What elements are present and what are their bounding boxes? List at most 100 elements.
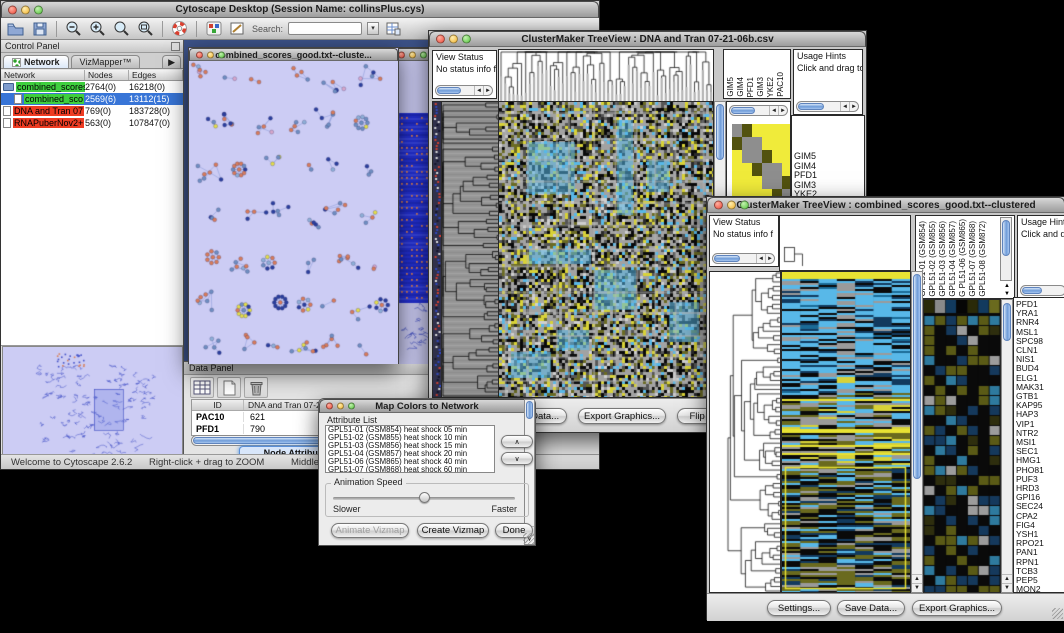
attribute-table-icon[interactable] [384,20,403,38]
open-icon[interactable] [6,20,25,38]
matrix-hscrollbar[interactable]: ◄► [729,105,788,116]
similarity-cell[interactable] [782,124,791,137]
network-list-row[interactable]: DNA and Tran 07 769(0) 183728(0) [1,105,183,117]
matrix-column-label[interactable]: GIM4 [736,77,745,97]
new-attribute-icon[interactable] [217,377,241,398]
vizmapper-icon[interactable] [204,20,223,38]
delete-attribute-trash-icon[interactable] [244,377,268,398]
similarity-cell[interactable] [762,150,772,163]
zoom-button[interactable] [218,51,225,58]
similarity-cell[interactable] [732,176,742,189]
similarity-cell[interactable] [752,163,762,176]
column-id[interactable]: ID [192,400,244,410]
similarity-cell[interactable] [762,137,772,150]
zoom-fit-icon[interactable] [136,20,155,38]
scrollbar-thumb[interactable] [1022,287,1042,294]
scrollbar-thumb[interactable] [714,255,740,262]
tab-vizmapper[interactable]: VizMapper™ [71,55,141,68]
experiment-column-label[interactable]: G PL51-06 (GSM865) [958,219,967,297]
zoom-out-icon[interactable] [64,20,83,38]
tab-network[interactable]: Network [3,55,69,68]
scrollbar-thumb[interactable] [437,87,461,94]
animation-speed-slider-thumb[interactable] [419,492,430,503]
close-button[interactable] [714,201,723,210]
heatmap-panel[interactable] [781,271,911,593]
similarity-cell[interactable] [772,163,782,176]
usage-hints-scrollbar[interactable] [1020,285,1064,296]
minimize-button[interactable] [21,5,30,14]
similarity-cell[interactable] [782,137,791,150]
settings-button[interactable]: Settings... [767,600,831,616]
save-icon[interactable] [30,20,49,38]
gene-label[interactable]: MON2 [1014,585,1064,593]
similarity-cell[interactable] [772,176,782,189]
scrollbar-thumb[interactable] [731,107,755,114]
select-attributes-icon[interactable] [190,377,214,398]
similarity-cell[interactable] [762,163,772,176]
similarity-cell[interactable] [732,137,742,150]
similarity-cell[interactable] [752,150,762,163]
attribute-list-item[interactable]: GPL51-07 (GSM868) heat shock 60 min [326,466,494,473]
zoom-button[interactable] [348,403,355,410]
close-button[interactable] [196,51,203,58]
row-dendrogram-panel[interactable] [709,271,781,593]
minimize-button[interactable] [337,403,344,410]
usage-hints-scrollbar[interactable]: ◄► [796,101,859,112]
similarity-cell[interactable] [732,150,742,163]
network-overview-canvas[interactable] [3,347,182,460]
column-dendrogram-panel[interactable] [779,215,911,271]
scroll-up-icon[interactable]: ▲ [912,574,922,583]
column-dendrogram-canvas[interactable] [499,50,713,102]
resize-grip[interactable] [1052,608,1063,619]
similarity-cell[interactable] [752,137,762,150]
scroll-down-icon[interactable]: ▼ [912,583,922,592]
scroll-left-icon[interactable]: ◄ [840,102,849,111]
zoom-button[interactable] [740,201,749,210]
scroll-right-icon[interactable]: ► [778,106,787,115]
matrix-column-label[interactable]: GIM3 [756,77,765,97]
zoom-selected-icon[interactable] [112,20,131,38]
matrix-column-label[interactable]: YKE2 [766,77,775,97]
similarity-cell[interactable] [752,124,762,137]
summary-grid-canvas[interactable] [924,300,1000,592]
export-graphics-button[interactable]: Export Graphics... [912,600,1002,616]
similarity-cell[interactable] [772,124,782,137]
column-dendrogram-panel[interactable] [498,49,714,103]
dialog-titlebar[interactable]: Map Colors to Network [319,399,535,413]
animate-vizmap-button[interactable]: Animate Vizmap [331,523,409,538]
grid-vscrollbar[interactable]: ▲ ▼ [1001,299,1013,593]
experiment-column-label[interactable]: GPL51-07 (GSM868) [968,221,977,297]
scroll-left-icon[interactable]: ◄ [769,106,778,115]
move-down-button[interactable]: ∨ [501,452,533,465]
move-up-button[interactable]: ∧ [501,435,533,448]
scrollbar-thumb[interactable] [716,104,724,160]
scroll-down-icon[interactable]: ▼ [1004,291,1010,297]
similarity-cell[interactable] [742,163,752,176]
similarity-cell[interactable] [772,150,782,163]
search-dropdown-icon[interactable]: ▾ [367,22,379,35]
scroll-up-icon[interactable]: ▲ [1004,283,1010,289]
close-button[interactable] [436,35,445,44]
treeview1-titlebar[interactable]: ClusterMaker TreeView : DNA and Tran 07-… [429,31,866,47]
scroll-left-icon[interactable]: ◄ [756,254,765,263]
create-vizmap-button[interactable]: Create Vizmap [417,523,489,538]
matrix-column-label[interactable]: PAC10 [776,72,785,97]
similarity-cell[interactable] [742,137,752,150]
scroll-right-icon[interactable]: ► [765,254,774,263]
heatmap-panel[interactable] [498,101,714,398]
export-graphics-button[interactable]: Export Graphics... [578,408,666,424]
resize-grip[interactable] [523,533,534,544]
network-list-row[interactable]: combined_sco 2569(6) 13112(15) [1,93,183,105]
matrix-column-label[interactable]: GIM5 [726,77,735,97]
scrollbar-thumb[interactable] [1002,220,1010,256]
scroll-right-icon[interactable]: ► [483,86,492,95]
heatmap-vscrollbar[interactable]: ▲ ▼ [911,271,923,593]
row-dendrogram-canvas[interactable] [710,272,780,592]
scroll-left-icon[interactable]: ◄ [474,86,483,95]
scrollbar-thumb[interactable] [1003,303,1011,341]
experiment-column-label[interactable]: GPL51-04 (GSM857) [948,221,957,297]
column-nodes[interactable]: Nodes [85,70,129,80]
help-lifesaver-icon[interactable] [170,20,189,38]
similarity-cell[interactable] [732,124,742,137]
similarity-cell[interactable] [782,163,791,176]
